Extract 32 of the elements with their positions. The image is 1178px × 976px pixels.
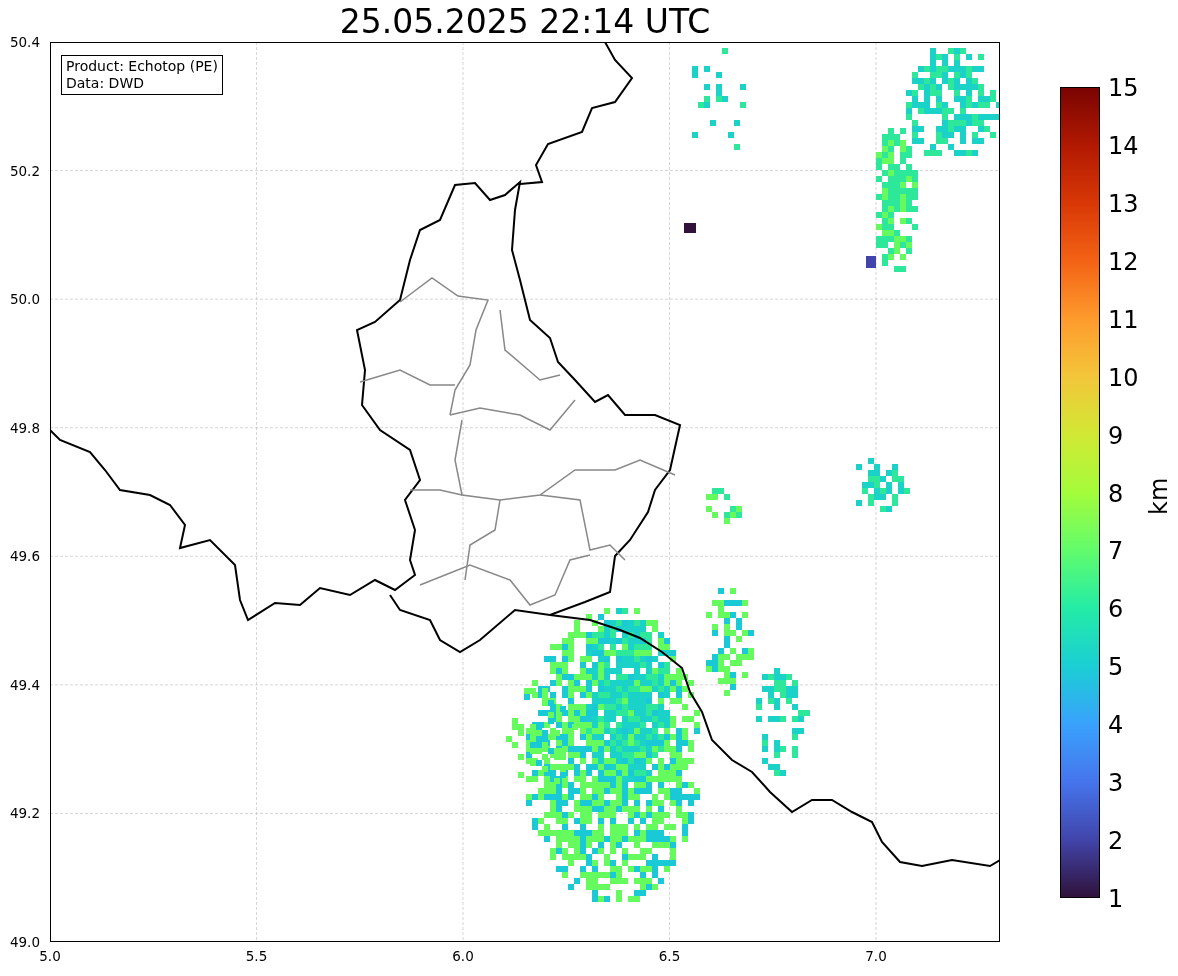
colorbar-tick-label: 3: [1108, 769, 1124, 798]
colorbar-tick-label: 9: [1108, 421, 1124, 450]
colorbar-tick-label: 6: [1108, 595, 1124, 624]
y-axis-tick-label: 49.0: [9, 934, 40, 950]
y-axis-tick-label: 50.4: [9, 34, 40, 50]
info-text: Product: Echotop (PE): [66, 58, 218, 75]
colorbar-tick-label: 7: [1108, 537, 1124, 566]
colorbar-tick-label: 2: [1108, 827, 1124, 856]
colorbar-tick-label: 11: [1108, 305, 1139, 334]
colorbar-tick-label: 10: [1108, 363, 1139, 392]
colorbar-tick-label: 5: [1108, 653, 1124, 682]
colorbar-tick-label: 1: [1108, 885, 1124, 913]
x-axis-tick-label: 6.5: [658, 948, 681, 964]
y-axis-tick-label: 50.0: [9, 291, 40, 308]
x-axis-tick-label: 7.0: [865, 948, 887, 964]
colorbar-label: km: [1145, 477, 1173, 515]
y-axis-tick-label: 49.8: [9, 419, 40, 436]
colorbar-tick-label: 4: [1108, 711, 1124, 740]
x-axis-tick-label: 5.0: [39, 948, 61, 964]
chart-title: 25.05.2025 22:14 UTC: [338, 2, 712, 41]
y-axis-tick-label: 50.2: [9, 162, 40, 179]
x-axis-tick-label: 5.5: [245, 948, 268, 964]
y-axis-tick-label: 49.4: [9, 676, 40, 693]
colorbar-tick-label: 13: [1108, 189, 1139, 218]
info-text: Data: DWD: [66, 75, 145, 92]
colorbar-tick-label: 8: [1108, 479, 1124, 508]
y-axis-tick-label: 49.2: [9, 805, 40, 822]
colorbar-tick-label: 14: [1108, 131, 1139, 160]
colorbar-tick-label: 15: [1108, 74, 1139, 102]
x-axis-tick-label: 6.0: [452, 948, 474, 964]
colorbar-tick-label: 12: [1108, 247, 1139, 276]
y-axis-tick-label: 49.6: [9, 548, 40, 565]
